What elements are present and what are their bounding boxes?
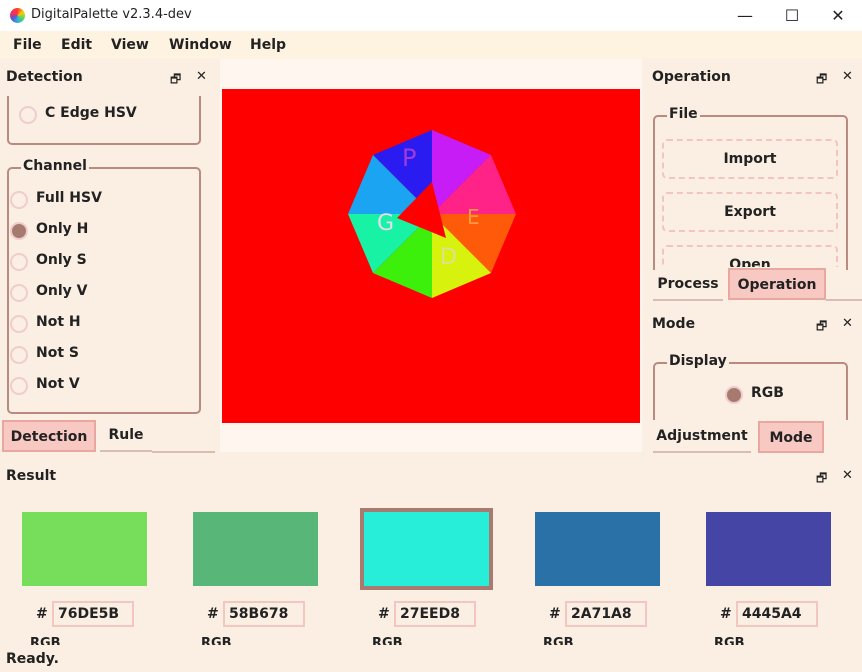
color-swatch[interactable] <box>535 512 660 586</box>
channel-radio[interactable] <box>10 191 28 209</box>
rgb-radio[interactable] <box>725 386 743 404</box>
maximize-button[interactable]: ☐ <box>769 0 815 31</box>
channel-radio-label: Only V <box>36 283 88 299</box>
channel-radio-label: Only S <box>36 252 87 268</box>
status-bar: Ready. <box>0 648 862 672</box>
color-swatch[interactable] <box>360 508 493 590</box>
color-swatch[interactable] <box>193 512 318 586</box>
display-group-title: Display <box>667 353 729 369</box>
detection-float-icon[interactable]: 🗗 <box>170 70 181 91</box>
svg-text:G: G <box>377 211 394 236</box>
minimize-button[interactable]: — <box>722 0 768 31</box>
tab-detection[interactable]: Detection <box>2 420 96 452</box>
title-bar: DigitalPalette v2.3.4-dev — ☐ ✕ <box>0 0 862 31</box>
rgb-label: RGB <box>751 385 784 401</box>
color-swatch[interactable] <box>22 512 147 586</box>
color-mode-label: RGB <box>372 637 403 645</box>
c-edge-hsv-radio[interactable] <box>19 106 37 124</box>
image-canvas[interactable]: P G D E <box>222 89 640 423</box>
hex-input[interactable]: 58B678 <box>223 601 305 627</box>
export-button[interactable]: Export <box>662 192 838 232</box>
hash-label: # <box>720 606 732 622</box>
open-button-clip: Open <box>662 245 838 267</box>
result-float-icon[interactable]: 🗗 <box>816 469 827 490</box>
mode-float-icon[interactable]: 🗗 <box>816 317 827 338</box>
result-close-icon[interactable]: ✕ <box>842 468 853 483</box>
color-mode-label: RGB <box>543 637 574 645</box>
svg-text:E: E <box>467 205 480 229</box>
app-icon <box>10 8 25 23</box>
window-title: DigitalPalette v2.3.4-dev <box>31 7 192 22</box>
tab-bar-line-op <box>826 299 862 301</box>
edge-group: C Edge HSV <box>7 96 201 145</box>
channel-radio[interactable] <box>10 222 28 240</box>
tab-adjustment[interactable]: Adjustment <box>653 421 751 453</box>
svg-text:P: P <box>402 144 416 172</box>
tab-rule[interactable]: Rule <box>100 420 152 452</box>
menu-bar: File Edit View Window Help <box>0 31 862 59</box>
tab-mode[interactable]: Mode <box>758 421 824 453</box>
operation-dock-title: Operation <box>652 69 731 85</box>
open-button[interactable]: Open <box>662 245 838 267</box>
channel-radio[interactable] <box>10 253 28 271</box>
svg-text:D: D <box>440 245 457 270</box>
channel-radio-label: Only H <box>36 221 89 237</box>
hue-wheel-image: P G D E <box>348 130 516 298</box>
status-text: Ready. <box>6 651 59 667</box>
channel-radio[interactable] <box>10 284 28 302</box>
result-dock-title: Result <box>6 468 57 484</box>
mode-dock-title: Mode <box>652 316 696 332</box>
channel-group-title: Channel <box>21 158 89 174</box>
operation-close-icon[interactable]: ✕ <box>842 69 853 84</box>
channel-radio[interactable] <box>10 377 28 395</box>
mode-close-icon[interactable]: ✕ <box>842 316 853 331</box>
detection-dock-title: Detection <box>6 69 83 85</box>
c-edge-hsv-label: C Edge HSV <box>45 105 137 121</box>
tab-process[interactable]: Process <box>653 269 723 301</box>
channel-radio-label: Not S <box>36 345 79 361</box>
import-button[interactable]: Import <box>662 139 838 179</box>
color-mode-label: RGB <box>714 637 745 645</box>
close-window-button[interactable]: ✕ <box>815 0 861 31</box>
hash-label: # <box>36 606 48 622</box>
hex-input[interactable]: 76DE5B <box>52 601 134 627</box>
hex-input[interactable]: 27EED8 <box>394 601 476 627</box>
hash-label: # <box>549 606 561 622</box>
tab-operation[interactable]: Operation <box>728 268 826 300</box>
channel-radio-label: Full HSV <box>36 190 102 206</box>
menu-window[interactable]: Window <box>169 37 232 53</box>
color-swatch[interactable] <box>706 512 831 586</box>
channel-radio-label: Not V <box>36 376 80 392</box>
channel-radio[interactable] <box>10 315 28 333</box>
menu-view[interactable]: View <box>111 37 149 53</box>
hex-input[interactable]: 4445A4 <box>736 601 818 627</box>
operation-float-icon[interactable]: 🗗 <box>816 70 827 91</box>
detection-close-icon[interactable]: ✕ <box>196 69 207 84</box>
menu-help[interactable]: Help <box>250 37 286 53</box>
channel-radio[interactable] <box>10 346 28 364</box>
hex-input[interactable]: 2A71A8 <box>565 601 647 627</box>
hash-label: # <box>378 606 390 622</box>
color-mode-label: RGB <box>201 637 232 645</box>
channel-radio-label: Not H <box>36 314 81 330</box>
menu-edit[interactable]: Edit <box>61 37 92 53</box>
file-group-title: File <box>667 106 700 122</box>
tab-bar-line <box>152 451 215 453</box>
color-mode-label: RGB <box>30 637 61 645</box>
menu-file[interactable]: File <box>13 37 42 53</box>
hash-label: # <box>207 606 219 622</box>
